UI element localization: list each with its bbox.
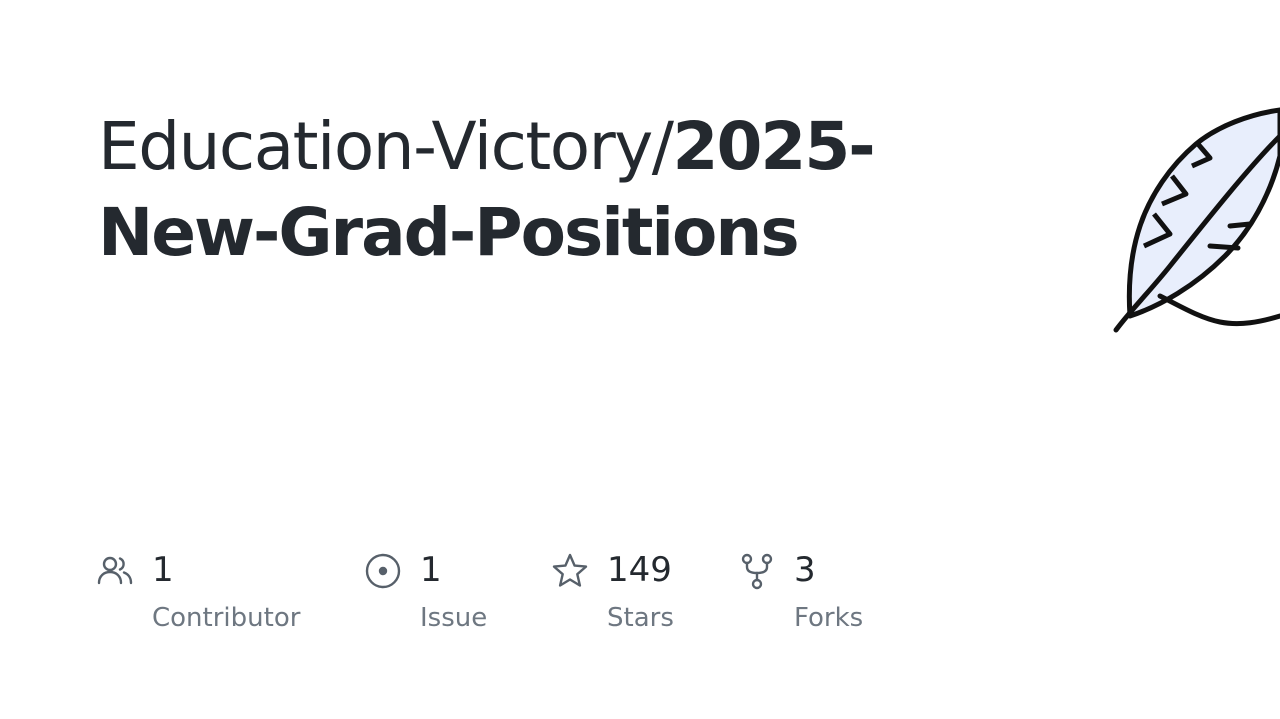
star-icon	[551, 552, 589, 590]
contributors-count: 1	[152, 550, 174, 590]
issues-label: Issue	[420, 603, 488, 633]
fork-icon	[738, 552, 776, 590]
forks-label: Forks	[794, 603, 864, 633]
forks-count: 3	[794, 550, 816, 590]
stat-issues[interactable]: 1 Issue	[364, 548, 524, 638]
social-preview-card: Education-Victory/2025-New-Grad-Position…	[0, 0, 1280, 719]
issue-circle-icon	[364, 552, 402, 590]
repo-owner[interactable]: Education-Victory/	[98, 108, 674, 185]
stat-stars[interactable]: 149 Stars	[551, 548, 711, 638]
stars-label: Stars	[607, 603, 674, 633]
repo-title[interactable]: Education-Victory/2025-New-Grad-Position…	[98, 104, 998, 276]
stat-contributors[interactable]: 1 Contributor	[96, 548, 326, 638]
people-icon	[96, 552, 134, 590]
stars-count: 149	[607, 550, 672, 590]
contributors-label: Contributor	[152, 603, 301, 633]
stat-forks[interactable]: 3 Forks	[738, 548, 898, 638]
issues-count: 1	[420, 550, 442, 590]
feather-icon	[1113, 107, 1280, 333]
